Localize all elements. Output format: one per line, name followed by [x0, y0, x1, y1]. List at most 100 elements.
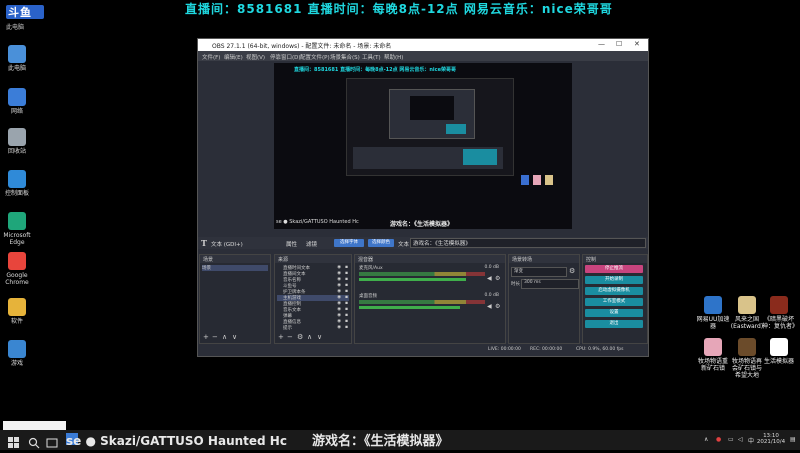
desktop-icon[interactable]: 生活模拟器: [762, 338, 796, 365]
desktop-icon[interactable]: Google Chrome: [0, 252, 34, 286]
desktop-icon[interactable]: 牧场物语再会矿石镇与希望大地: [730, 338, 764, 379]
visibility-eye-icon[interactable]: ◉: [337, 319, 341, 324]
scene-down-icon[interactable]: ∨: [232, 333, 237, 341]
obs-window: OBS 27.1.1 (64-bit, windows) - 配置文件: 未命名…: [197, 38, 649, 357]
task-view-icon[interactable]: [46, 434, 58, 448]
visibility-eye-icon[interactable]: ◉: [337, 265, 341, 270]
source-add-icon[interactable]: +: [278, 333, 284, 341]
menu-edit[interactable]: 编辑(E): [224, 53, 243, 61]
desktop-icon-label: 游戏: [10, 360, 23, 367]
mixer-channel: 桌面音频 0.0 dB ◀ ⚙: [357, 293, 501, 319]
clock[interactable]: 13:10 2021/10/4: [756, 433, 786, 445]
lock-icon[interactable]: ▪: [345, 289, 348, 294]
stop-streaming-button[interactable]: 停止推流: [585, 265, 643, 273]
source-remove-icon[interactable]: −: [287, 333, 293, 341]
lock-icon[interactable]: ▪: [345, 295, 348, 300]
visibility-eye-icon[interactable]: ◉: [337, 295, 341, 300]
volume-slider[interactable]: [359, 306, 460, 309]
speaker-icon[interactable]: ◀: [487, 303, 492, 310]
desktop-icon[interactable]: 网易UU加速器: [696, 296, 730, 330]
color-select-button[interactable]: 选择颜色: [368, 239, 394, 247]
speaker-icon[interactable]: ◀: [487, 275, 492, 282]
ime-indicator[interactable]: 中: [748, 436, 754, 445]
settings-button[interactable]: 设置: [585, 309, 643, 317]
close-icon[interactable]: ✕: [634, 40, 640, 48]
source-down-icon[interactable]: ∨: [317, 333, 322, 341]
volume-meter: [359, 272, 485, 276]
lock-icon[interactable]: ▪: [345, 313, 348, 318]
obs-menubar: 文件(F) 编辑(E) 视图(V) 停靠窗口(D) 配置文件(P) 场景集合(S…: [198, 51, 648, 61]
menu-help[interactable]: 帮助(H): [384, 53, 403, 61]
visibility-eye-icon[interactable]: ◉: [337, 313, 341, 318]
visibility-eye-icon[interactable]: ◉: [337, 325, 341, 330]
menu-profile[interactable]: 配置文件(P): [300, 53, 330, 61]
maximize-icon[interactable]: ☐: [616, 40, 622, 48]
visibility-eye-icon[interactable]: ◉: [337, 289, 341, 294]
text-field[interactable]: 游戏名：《生活模拟器》: [410, 238, 646, 248]
desktop-icon[interactable]: 回收站: [0, 128, 34, 155]
channel-settings-icon[interactable]: ⚙: [495, 275, 500, 282]
desktop-icon-label: 《暗黑破坏神：复仇者》: [762, 316, 799, 330]
cpu-status: CPU: 0.9%, 60.00 fps: [576, 347, 624, 352]
desktop-icon[interactable]: 网络: [0, 88, 34, 115]
tray-up-icon[interactable]: ∧: [704, 436, 708, 443]
desktop-icon[interactable]: Microsoft Edge: [0, 212, 34, 246]
source-up-icon[interactable]: ∧: [307, 333, 312, 341]
minimize-icon[interactable]: —: [598, 40, 605, 48]
lock-icon[interactable]: ▪: [345, 265, 348, 270]
transition-select[interactable]: 渐变: [511, 267, 567, 277]
source-item[interactable]: 提示 ◉ ▪: [277, 325, 349, 331]
scene-up-icon[interactable]: ∧: [222, 333, 227, 341]
notification-center-icon[interactable]: ▤: [790, 436, 796, 443]
menu-view[interactable]: 视图(V): [246, 53, 265, 61]
scene-remove-icon[interactable]: −: [212, 333, 218, 341]
obs-preview[interactable]: 直播间：8581681 直播时间：每晚8点-12点 网易云音乐：nice荣哥哥 …: [274, 63, 572, 229]
scene-add-icon[interactable]: +: [203, 333, 209, 341]
visibility-eye-icon[interactable]: ◉: [337, 277, 341, 282]
mixer-channel-db: 0.0 dB: [484, 265, 499, 270]
exit-button[interactable]: 退出: [585, 320, 643, 328]
transitions-title: 场景转场: [512, 257, 533, 263]
start-virtual-camera-button[interactable]: 启动虚拟摄像机: [585, 287, 643, 295]
desktop-icon[interactable]: 牧场物语重新矿石镇: [696, 338, 730, 372]
lock-icon[interactable]: ▪: [345, 283, 348, 288]
filters-button[interactable]: 滤镜: [306, 240, 317, 248]
desktop-icon[interactable]: 此电脑: [0, 45, 34, 72]
menu-file[interactable]: 文件(F): [202, 53, 220, 61]
volume-icon[interactable]: ◁: [738, 436, 743, 443]
duration-input[interactable]: 300 ms: [521, 279, 579, 289]
desktop-icon[interactable]: 《暗黑破坏神：复仇者》: [762, 296, 799, 330]
lock-icon[interactable]: ▪: [345, 271, 348, 276]
font-select-button[interactable]: 选择字体: [334, 239, 364, 247]
desktop-icon[interactable]: 风来之国 (Eastward): [730, 296, 764, 330]
menu-docks[interactable]: 停靠窗口(D): [270, 53, 301, 61]
scene-item[interactable]: 场景: [202, 265, 268, 271]
menu-tools[interactable]: 工具(T): [362, 53, 381, 61]
start-icon[interactable]: [8, 434, 20, 448]
studio-mode-button[interactable]: 工作室模式: [585, 298, 643, 306]
tray-app-icon[interactable]: ●: [716, 436, 721, 443]
visibility-eye-icon[interactable]: ◉: [337, 283, 341, 288]
channel-settings-icon[interactable]: ⚙: [495, 303, 500, 310]
lock-icon[interactable]: ▪: [345, 301, 348, 306]
desktop-icon[interactable]: 游戏: [0, 340, 34, 367]
search-icon[interactable]: [28, 434, 40, 449]
visibility-eye-icon[interactable]: ◉: [337, 301, 341, 306]
lock-icon[interactable]: ▪: [345, 319, 348, 324]
uu-icon: [704, 296, 722, 314]
lock-icon[interactable]: ▪: [345, 307, 348, 312]
desktop-icon[interactable]: 软件: [0, 298, 34, 325]
source-settings-icon[interactable]: ⚙: [297, 333, 303, 341]
visibility-eye-icon[interactable]: ◉: [337, 271, 341, 276]
preview-banner: 直播间：8581681 直播时间：每晚8点-12点 网易云音乐：nice荣哥哥: [294, 67, 456, 73]
network-icon[interactable]: ▭: [728, 436, 734, 443]
properties-button[interactable]: 属性: [286, 240, 297, 248]
start-recording-button[interactable]: 开始录制: [585, 276, 643, 284]
lock-icon[interactable]: ▪: [345, 325, 348, 330]
desktop-icon[interactable]: 控制面板: [0, 170, 34, 197]
volume-slider[interactable]: [359, 278, 467, 281]
visibility-eye-icon[interactable]: ◉: [337, 307, 341, 312]
lock-icon[interactable]: ▪: [345, 277, 348, 282]
menu-scene-collection[interactable]: 场景集合(S): [330, 53, 360, 61]
transition-settings-icon[interactable]: ⚙: [569, 267, 575, 275]
